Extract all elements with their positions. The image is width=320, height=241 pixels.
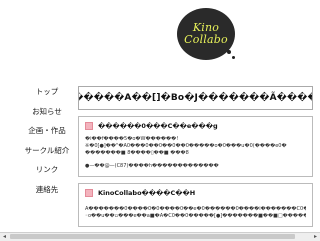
card-title: KinoCollabo����C��H (98, 189, 196, 197)
news-card: ������0���C��e���g �i��f����5�o�W������!… (78, 116, 313, 177)
sidebar-nav: トップ お知らせ 企画・作品 サークル紹介 リンク 連絡先 (22, 87, 72, 204)
nav-item-about[interactable]: サークル紹介 (25, 146, 70, 166)
card-text-line: ※�0[●]��"�A0���0��0��0��0�����o�0���u�0(… (85, 143, 287, 149)
nav-item-news[interactable]: お知らせ (32, 107, 62, 127)
logo-decoration-dot (227, 50, 231, 54)
bullet-square-icon (85, 122, 93, 130)
card-text-line: A�������0����0�0����0��e�0������0����i��… (85, 206, 306, 212)
scrollbar-thumb[interactable] (10, 234, 295, 239)
card-text-line: �������■ 8����▯��■ ���8 (85, 150, 189, 156)
nav-item-works[interactable]: 企画・作品 (28, 126, 66, 146)
card-header: ������0���C��e���g (85, 122, 306, 130)
logo-text-line2: Collabo (184, 33, 228, 46)
card-text-line: ●—��@—(C87)����h������������� (85, 163, 219, 169)
scroll-left-icon[interactable]: ◂ (1, 234, 8, 240)
bullet-square-icon (85, 189, 93, 197)
card-title: ������0���C��e���g (98, 122, 218, 130)
about-card: KinoCollabo����C��H A�������0����0�0����… (78, 183, 313, 227)
card-header: KinoCollabo����C��H (85, 189, 306, 197)
main-content: �����A��[]�Bo�J�������Ã���� ������0���C�… (74, 86, 317, 232)
nav-item-links[interactable]: リンク (36, 165, 59, 185)
card-text-line: �i��f����5�o�W������! (85, 136, 179, 142)
nav-item-contact[interactable]: 連絡先 (36, 185, 59, 205)
page-headline: �����A��[]�Bo�J�������Ã���� (78, 86, 313, 110)
card-text-line: ◦o��u��▫���e��a■�A�C0��0�����[●]�������■… (85, 213, 306, 219)
scroll-right-icon[interactable]: ▸ (312, 234, 319, 240)
nav-item-top[interactable]: トップ (36, 87, 59, 107)
logo-decoration-dot (232, 56, 235, 59)
